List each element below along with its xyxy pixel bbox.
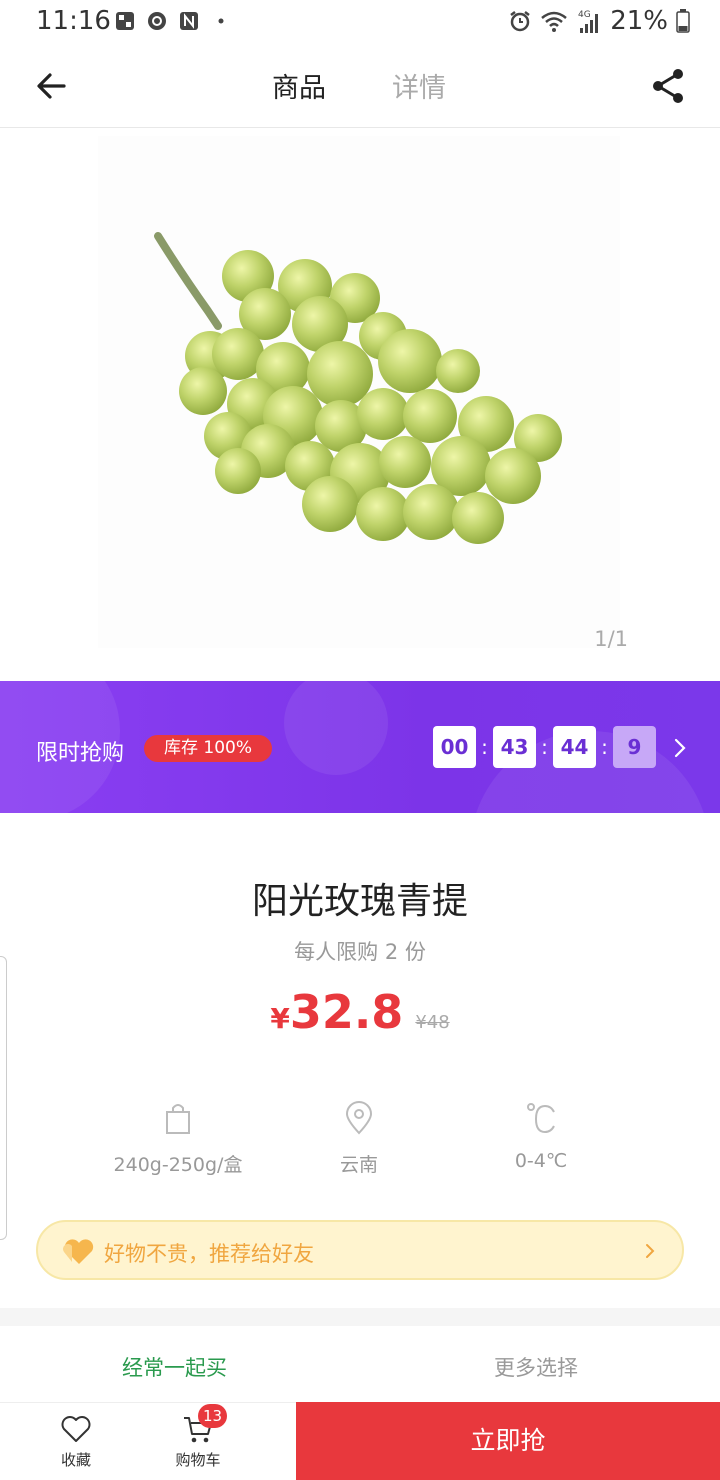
spec-weight: 240g-250g/盒 [78, 1100, 278, 1177]
location-icon [345, 1101, 373, 1135]
countdown-minutes: 43 [493, 726, 536, 768]
countdown-separator: : [481, 735, 488, 759]
status-icons-right: 4G 21% [508, 6, 690, 36]
countdown-tenths: 9 [613, 726, 656, 768]
original-price: ¥48 [415, 1012, 450, 1033]
cart-count-badge: 13 [198, 1404, 228, 1428]
sync-icon [148, 12, 166, 30]
countdown-separator: : [601, 735, 608, 759]
share-recommend-text: 好物不贵，推荐给好友 [104, 1242, 314, 1266]
notification-icon [116, 12, 134, 30]
nav-bar: 商品 详情 [0, 44, 720, 128]
countdown-timer: 00 : 43 : 44 : 9 [433, 726, 656, 768]
tab-more-choices[interactable]: 更多选择 [494, 1352, 578, 1382]
section-divider [0, 1308, 720, 1326]
price-row: ¥32.8 ¥48 [0, 985, 720, 1039]
cart-label: 购物车 [175, 1451, 221, 1469]
svg-text:4G: 4G [578, 10, 591, 20]
dot-icon [218, 18, 224, 24]
product-gallery[interactable]: 1/1 [0, 128, 720, 681]
favorite-label: 收藏 [60, 1451, 91, 1469]
deco-circle [284, 681, 388, 775]
tab-details[interactable]: 详情 [392, 66, 446, 105]
stock-badge: 库存 100% [144, 735, 273, 762]
heart-icon [63, 1239, 94, 1264]
side-drawer-handle[interactable] [0, 956, 7, 1240]
spec-weight-text: 240g-250g/盒 [113, 1154, 243, 1176]
status-bar: 11:16 4G 21% [0, 0, 720, 44]
product-image [98, 136, 620, 648]
share-recommend-banner[interactable]: 好物不贵，推荐给好友 [36, 1220, 684, 1280]
bag-icon [166, 1104, 190, 1134]
product-specs: 240g-250g/盒 云南 0-4℃ [0, 1100, 720, 1180]
recommend-tabs: 经常一起买 更多选择 [0, 1326, 720, 1402]
signal-icon: 4G [578, 10, 599, 33]
grapes-image [154, 232, 562, 544]
wifi-icon [541, 11, 568, 32]
chevron-right-icon[interactable] [670, 736, 690, 760]
spec-temperature-text: 0-4℃ [514, 1150, 568, 1172]
tab-frequently-bought[interactable]: 经常一起买 [122, 1352, 227, 1382]
status-icons-left [114, 10, 232, 32]
status-time: 11:16 [36, 6, 111, 36]
temperature-icon [527, 1103, 555, 1134]
spec-origin: 云南 [259, 1100, 459, 1177]
countdown-hours: 00 [433, 726, 476, 768]
arrow-left-icon[interactable] [30, 64, 74, 108]
spec-origin-text: 云南 [339, 1154, 378, 1176]
buy-now-button[interactable]: 立即抢 [296, 1402, 720, 1480]
battery-icon [676, 9, 690, 33]
tab-product[interactable]: 商品 [272, 66, 326, 105]
battery-percent: 21% [610, 6, 668, 36]
favorite-button[interactable]: 收藏 [36, 1413, 116, 1470]
spec-temperature: 0-4℃ [441, 1100, 641, 1172]
countdown-seconds: 44 [553, 726, 596, 768]
cart-button[interactable]: 购物车 [158, 1413, 238, 1470]
heart-outline-icon [61, 1416, 91, 1442]
product-title: 阳光玫瑰青提 [251, 881, 468, 922]
alarm-icon [510, 11, 530, 32]
image-counter: 1/1 [594, 627, 628, 651]
purchase-limit: 每人限购 2 份 [294, 940, 426, 964]
price-value: 32.8 [289, 985, 404, 1039]
flash-sale-label: 限时抢购 [36, 741, 125, 766]
nfc-icon [180, 12, 198, 30]
countdown-separator: : [541, 735, 548, 759]
flash-sale-banner[interactable]: 限时抢购 库存 100% 00 : 43 : 44 : 9 [0, 681, 720, 813]
chevron-right-icon [646, 1244, 655, 1258]
share-icon[interactable] [650, 66, 686, 106]
price-currency: ¥ [270, 1002, 290, 1035]
